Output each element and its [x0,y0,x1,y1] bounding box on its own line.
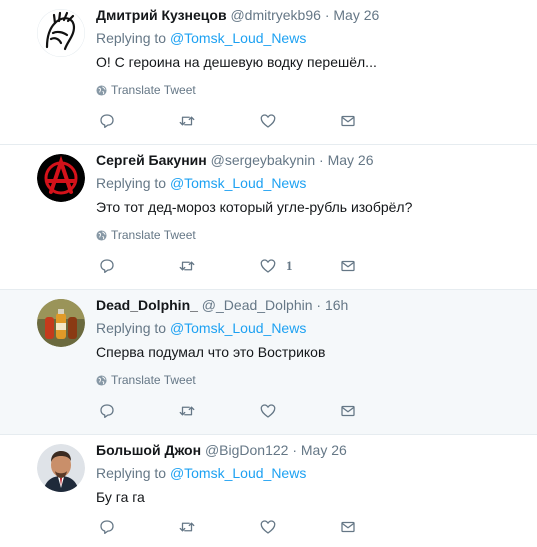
retweet-icon [179,116,195,126]
heart-icon [260,520,276,534]
retweet-button[interactable] [178,111,196,131]
tweet-time[interactable]: May 26 [301,442,347,458]
heart-icon [260,404,276,418]
avatar[interactable] [37,154,85,202]
envelope-icon [341,521,355,533]
author-username[interactable]: @BigDon122 [205,442,289,458]
like-count: 1 [286,258,293,273]
retweet-icon [179,522,195,532]
reply-button[interactable] [98,517,116,537]
reply-icon [100,259,114,274]
heart-icon [260,114,276,128]
envelope-icon [341,115,355,127]
avatar[interactable] [37,9,85,57]
replying-to-prefix: Replying to [96,320,167,336]
bottles-avatar-icon [37,299,85,347]
separator-dot: · [316,297,322,313]
reply-icon [100,114,114,129]
author-username[interactable]: @_Dead_Dolphin [202,297,313,313]
direct-message-button[interactable] [339,401,357,421]
author-username[interactable]: @sergeybakynin [211,152,316,168]
facepalm-avatar-icon [37,9,85,57]
replying-to-prefix: Replying to [96,30,167,46]
replying-to: Replying to @Tomsk_Loud_News [96,29,306,47]
tweet[interactable]: Дмитрий Кузнецов @dmitryekb96 · May 26 R… [0,0,537,145]
globe-icon [96,229,107,241]
reply-feed: Дмитрий Кузнецов @dmitryekb96 · May 26 R… [0,0,537,547]
reply-button[interactable] [98,256,116,276]
author-name[interactable]: Дмитрий Кузнецов [96,7,227,23]
translate-tweet-link[interactable]: Translate Tweet [96,227,196,243]
envelope-icon [341,260,355,272]
replying-to: Replying to @Tomsk_Loud_News [96,174,306,192]
reply-button[interactable] [98,401,116,421]
replying-to-link[interactable]: @Tomsk_Loud_News [170,465,306,481]
replying-to-prefix: Replying to [96,175,167,191]
tweet-time[interactable]: 16h [325,297,348,313]
envelope-icon [341,405,355,417]
translate-tweet-link[interactable]: Translate Tweet [96,372,196,388]
separator-dot: · [292,442,297,458]
tweet-header: Большой Джон @BigDon122 · May 26 [96,441,347,459]
replying-to-prefix: Replying to [96,465,167,481]
like-button[interactable] [259,517,286,537]
direct-message-button[interactable] [339,111,357,131]
retweet-button[interactable] [178,401,196,421]
tweet-time[interactable]: May 26 [333,7,379,23]
author-name[interactable]: Большой Джон [96,442,201,458]
like-button[interactable]: 1 [259,256,293,276]
tweet[interactable]: Большой Джон @BigDon122 · May 26 Replyin… [0,435,537,547]
tweet-actions: 1 [96,256,396,276]
tweet-header: Dead_Dolphin_ @_Dead_Dolphin · 16h [96,296,348,314]
separator-dot: · [319,152,324,168]
tweet[interactable]: Dead_Dolphin_ @_Dead_Dolphin · 16h Reply… [0,290,537,435]
avatar[interactable] [37,444,85,492]
globe-icon [96,84,107,96]
reply-button[interactable] [98,111,116,131]
retweet-icon [179,261,195,271]
author-username[interactable]: @dmitryekb96 [230,7,320,23]
tweet-actions [96,111,396,131]
translate-label: Translate Tweet [111,228,196,242]
heart-icon [260,259,276,273]
like-button[interactable] [259,111,286,131]
tweet-header: Дмитрий Кузнецов @dmitryekb96 · May 26 [96,6,379,24]
retweet-button[interactable] [178,517,196,537]
tweet[interactable]: Сергей Бакунин @sergeybakynin · May 26 R… [0,145,537,290]
author-name[interactable]: Dead_Dolphin_ [96,297,198,313]
tweet-text: Бу га га [96,489,145,505]
translate-label: Translate Tweet [111,83,196,97]
tweet-time[interactable]: May 26 [328,152,374,168]
avatar[interactable] [37,299,85,347]
translate-label: Translate Tweet [111,373,196,387]
tweet-actions [96,517,396,537]
translate-tweet-link[interactable]: Translate Tweet [96,82,196,98]
replying-to: Replying to @Tomsk_Loud_News [96,464,306,482]
replying-to-link[interactable]: @Tomsk_Loud_News [170,320,306,336]
globe-icon [96,374,107,386]
like-button[interactable] [259,401,286,421]
tweet-text: Сперва подумал что это Востриков [96,344,326,360]
anarchy-avatar-icon [37,154,85,202]
replying-to: Replying to @Tomsk_Loud_News [96,319,306,337]
replying-to-link[interactable]: @Tomsk_Loud_News [170,30,306,46]
replying-to-link[interactable]: @Tomsk_Loud_News [170,175,306,191]
retweet-button[interactable] [178,256,196,276]
tweet-actions [96,401,396,421]
author-name[interactable]: Сергей Бакунин [96,152,207,168]
retweet-icon [179,406,195,416]
tweet-header: Сергей Бакунин @sergeybakynin · May 26 [96,151,374,169]
direct-message-button[interactable] [339,256,357,276]
tweet-text: Это тот дед-мороз который угле-рубль изо… [96,199,413,215]
man-in-suit-avatar-icon [37,444,85,492]
direct-message-button[interactable] [339,517,357,537]
tweet-text: О! С героина на дешевую водку перешёл... [96,54,377,70]
reply-icon [100,404,114,419]
reply-icon [100,520,114,535]
separator-dot: · [324,7,330,23]
